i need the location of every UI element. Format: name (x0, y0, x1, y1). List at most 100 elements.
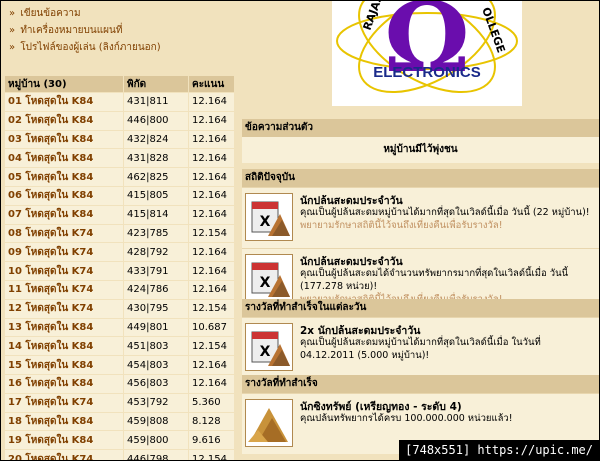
calendar-award-icon: X (245, 254, 293, 302)
left-column: » เขียนข้อความ » ทำเครื่องหมายบนแผนที่ »… (5, 5, 235, 460)
village-name-link[interactable]: 05 โหดสุดใน K84 (5, 167, 124, 187)
village-coords: 415|805 (123, 185, 189, 206)
village-name-link[interactable]: 03 โหดสุดใน K84 (5, 129, 124, 149)
village-coords: 424|786 (123, 279, 189, 300)
village-points: 12.164 (188, 355, 235, 375)
village-points: 12.154 (188, 449, 235, 460)
college-logo: Ω RAJAS OLLEGE ELECTRONICS (332, 1, 522, 106)
village-row: 04 โหดสุดใน K84 431|828 12.164 (5, 148, 235, 168)
village-name-link[interactable]: 02 โหดสุดใน K84 (5, 110, 124, 131)
village-points: 12.164 (188, 185, 235, 206)
village-name-link[interactable]: 08 โหดสุดใน K74 (5, 223, 124, 243)
logo-graphic: Ω RAJAS OLLEGE ELECTRONICS (336, 1, 518, 94)
village-row: 08 โหดสุดใน K74 423|785 12.154 (5, 223, 235, 243)
arrow-icon: » (9, 8, 16, 19)
village-coords: 449|801 (123, 317, 189, 337)
village-coords: 431|811 (123, 92, 189, 112)
village-points: 12.164 (188, 129, 235, 149)
village-coords: 428|792 (123, 242, 189, 262)
village-name-link[interactable]: 18 โหดสุดใน K84 (5, 411, 124, 431)
village-coords: 446|798 (123, 449, 189, 460)
arrow-icon: » (9, 42, 16, 53)
village-points: 12.154 (188, 336, 235, 356)
village-name-link[interactable]: 11 โหดสุดใน K74 (5, 279, 124, 300)
village-table-header: หมู่บ้าน (30) พิกัด คะแนน (5, 76, 235, 93)
village-coords: 432|824 (123, 129, 189, 149)
menu-mark-map[interactable]: » ทำเครื่องหมายบนแผนที่ (5, 22, 235, 39)
calendar-award-icon: X (245, 193, 293, 241)
village-points: 8.128 (188, 411, 235, 431)
village-points: 12.154 (188, 298, 235, 319)
village-name-link[interactable]: 13 โหดสุดใน K84 (5, 317, 124, 337)
village-row: 20 โหดสุดใน K74 446|798 12.154 (5, 449, 235, 460)
village-row: 03 โหดสุดใน K84 432|824 12.164 (5, 129, 235, 149)
stat-hint: พยายามรักษาสถิตินี้ไว้จนถึงเที่ยงคืนเพื่… (300, 220, 503, 231)
village-name-link[interactable]: 20 โหดสุดใน K74 (5, 449, 124, 460)
calendar-award-icon: X (245, 323, 293, 371)
menu-player-profile[interactable]: » โปรไฟล์ของผู้เล่น (ลิงก์ภายนอก) (5, 39, 235, 56)
village-points: 12.164 (188, 373, 235, 394)
village-name-link[interactable]: 14 โหดสุดใน K84 (5, 336, 124, 356)
village-name-link[interactable]: 17 โหดสุดใน K74 (5, 392, 124, 413)
col-header-points: คะแนน (188, 76, 235, 93)
village-name-link[interactable]: 15 โหดสุดใน K84 (5, 355, 124, 375)
village-row: 19 โหดสุดใน K84 459|800 9.616 (5, 430, 235, 450)
village-points: 12.164 (188, 279, 235, 300)
message-section: ข้อความส่วนตัว หมู่บ้านมีไว้พุ่งชน (242, 119, 599, 163)
village-row: 10 โหดสุดใน K74 433|791 12.164 (5, 261, 235, 281)
svg-text:X: X (260, 214, 271, 230)
village-name-link[interactable]: 07 โหดสุดใน K84 (5, 204, 124, 225)
village-table: หมู่บ้าน (30) พิกัด คะแนน 01 โหดสุดใน K8… (5, 76, 235, 460)
village-name-link[interactable]: 06 โหดสุดใน K84 (5, 185, 124, 206)
achievement-desc: คุณปล้นทรัพยากรได้ครบ 100.000.000 หน่วยแ… (300, 413, 513, 424)
village-points: 5.360 (188, 392, 235, 413)
village-coords: 459|800 (123, 430, 189, 450)
daily-awards-section: รางวัลที่ทำสำเร็จในแต่ละวัน X 2x นักปล้น… (242, 299, 599, 378)
menu-write-message[interactable]: » เขียนข้อความ (5, 5, 235, 22)
village-row: 01 โหดสุดใน K84 431|811 12.164 (5, 92, 235, 112)
village-points: 12.164 (188, 148, 235, 168)
current-stats-header: สถิติปัจจุบัน (242, 169, 599, 187)
village-row: 07 โหดสุดใน K84 415|814 12.164 (5, 204, 235, 225)
village-points: 12.164 (188, 242, 235, 262)
village-name-link[interactable]: 04 โหดสุดใน K84 (5, 148, 124, 168)
village-coords: 431|828 (123, 148, 189, 168)
menu-label: เขียนข้อความ (20, 8, 81, 19)
village-name-link[interactable]: 19 โหดสุดใน K84 (5, 430, 124, 450)
village-points: 10.687 (188, 317, 235, 337)
village-row: 16 โหดสุดใน K84 456|803 12.164 (5, 373, 235, 394)
svg-text:X: X (260, 344, 271, 360)
village-points: 12.164 (188, 204, 235, 225)
village-name-link[interactable]: 01 โหดสุดใน K84 (5, 92, 124, 112)
village-coords: 446|800 (123, 110, 189, 131)
village-points: 12.164 (188, 92, 235, 112)
menu-label: ทำเครื่องหมายบนแผนที่ (20, 25, 123, 36)
arrow-icon: » (9, 25, 16, 36)
village-row: 11 โหดสุดใน K74 424|786 12.164 (5, 279, 235, 300)
village-name-link[interactable]: 09 โหดสุดใน K74 (5, 242, 124, 262)
village-row: 12 โหดสุดใน K74 430|795 12.154 (5, 298, 235, 319)
village-name-link[interactable]: 10 โหดสุดใน K74 (5, 261, 124, 281)
village-name-link[interactable]: 16 โหดสุดใน K84 (5, 373, 124, 394)
stat-item: X นักปล้นสะดมประจำวัน คุณเป็นผู้ปล้นสะดม… (242, 187, 599, 248)
col-header-village: หมู่บ้าน (30) (5, 76, 124, 93)
menu-label: โปรไฟล์ของผู้เล่น (ลิงก์ภายนอก) (20, 42, 161, 53)
col-header-coords: พิกัด (123, 76, 189, 93)
gold-pile-icon (245, 399, 293, 447)
image-host-watermark: [748x551] https://upic.me/ (399, 440, 599, 460)
village-coords: 423|785 (123, 223, 189, 243)
village-points: 9.616 (188, 430, 235, 450)
village-points: 12.164 (188, 167, 235, 187)
message-body: หมู่บ้านมีไว้พุ่งชน (242, 137, 599, 163)
village-points: 12.154 (188, 223, 235, 243)
village-points: 12.164 (188, 110, 235, 131)
village-coords: 415|814 (123, 204, 189, 225)
village-name-link[interactable]: 12 โหดสุดใน K74 (5, 298, 124, 319)
stat-desc-text: คุณเป็นผู้ปล้นสะดมหมู่บ้านได้มากที่สุดใน… (300, 207, 590, 218)
village-coords: 451|803 (123, 336, 189, 356)
village-row: 15 โหดสุดใน K84 454|803 12.164 (5, 355, 235, 375)
village-coords: 456|803 (123, 373, 189, 394)
svg-text:OLLEGE: OLLEGE (479, 6, 507, 55)
village-row: 18 โหดสุดใน K84 459|808 8.128 (5, 411, 235, 431)
village-coords: 454|803 (123, 355, 189, 375)
